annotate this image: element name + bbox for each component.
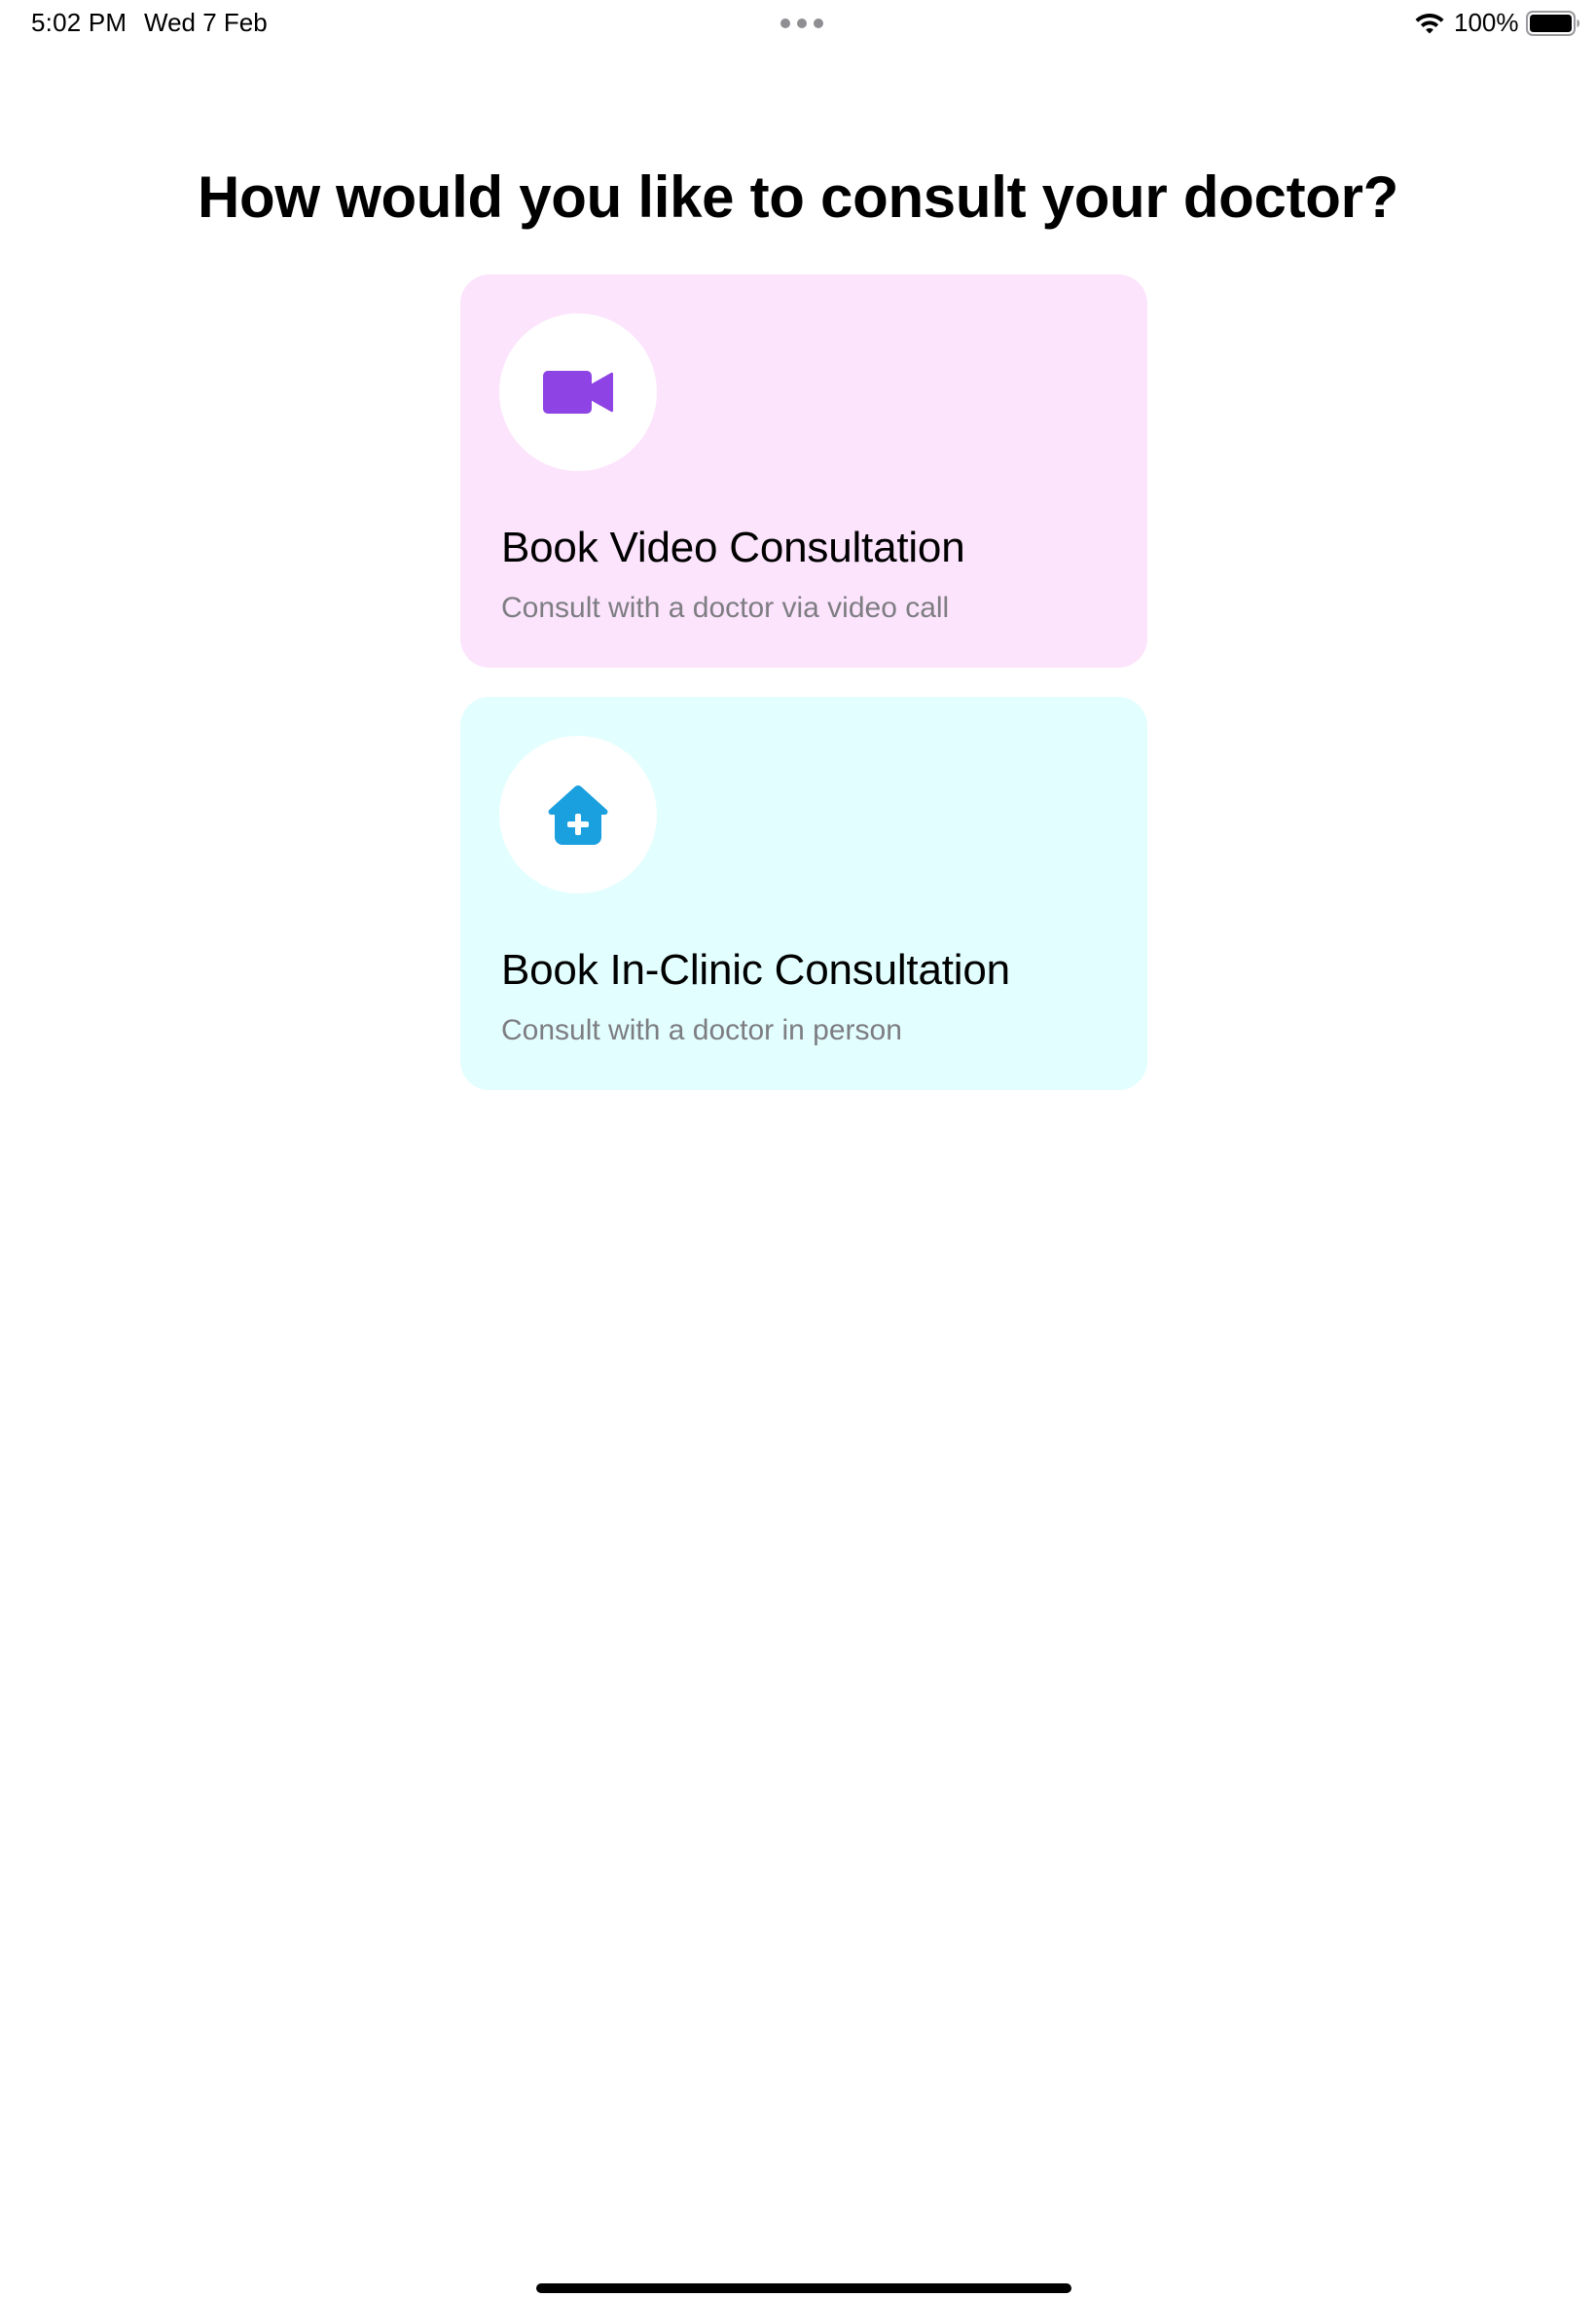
clinic-icon-circle (499, 736, 657, 893)
clinic-house-icon (548, 785, 608, 845)
video-icon-circle (499, 313, 657, 471)
status-date: Wed 7 Feb (144, 8, 268, 37)
video-consultation-title: Book Video Consultation (501, 524, 965, 571)
video-consultation-card[interactable]: Book Video Consultation Consult with a d… (460, 274, 1147, 668)
video-camera-icon (543, 371, 613, 414)
video-consultation-subtitle: Consult with a doctor via video call (501, 592, 950, 624)
status-bar: 5:02 PM Wed 7 Feb 100% (0, 0, 1596, 49)
in-clinic-consultation-subtitle: Consult with a doctor in person (501, 1014, 902, 1046)
battery-icon (1526, 11, 1579, 36)
wifi-icon (1415, 14, 1444, 34)
multitasking-dots-icon[interactable] (780, 18, 823, 29)
page-title: How would you like to consult your docto… (197, 164, 1399, 230)
status-time: 5:02 PM (31, 8, 127, 37)
in-clinic-consultation-title: Book In-Clinic Consultation (501, 946, 1010, 994)
battery-percent: 100% (1454, 8, 1519, 37)
in-clinic-consultation-card[interactable]: Book In-Clinic Consultation Consult with… (460, 697, 1147, 1090)
home-indicator[interactable] (536, 2283, 1071, 2293)
